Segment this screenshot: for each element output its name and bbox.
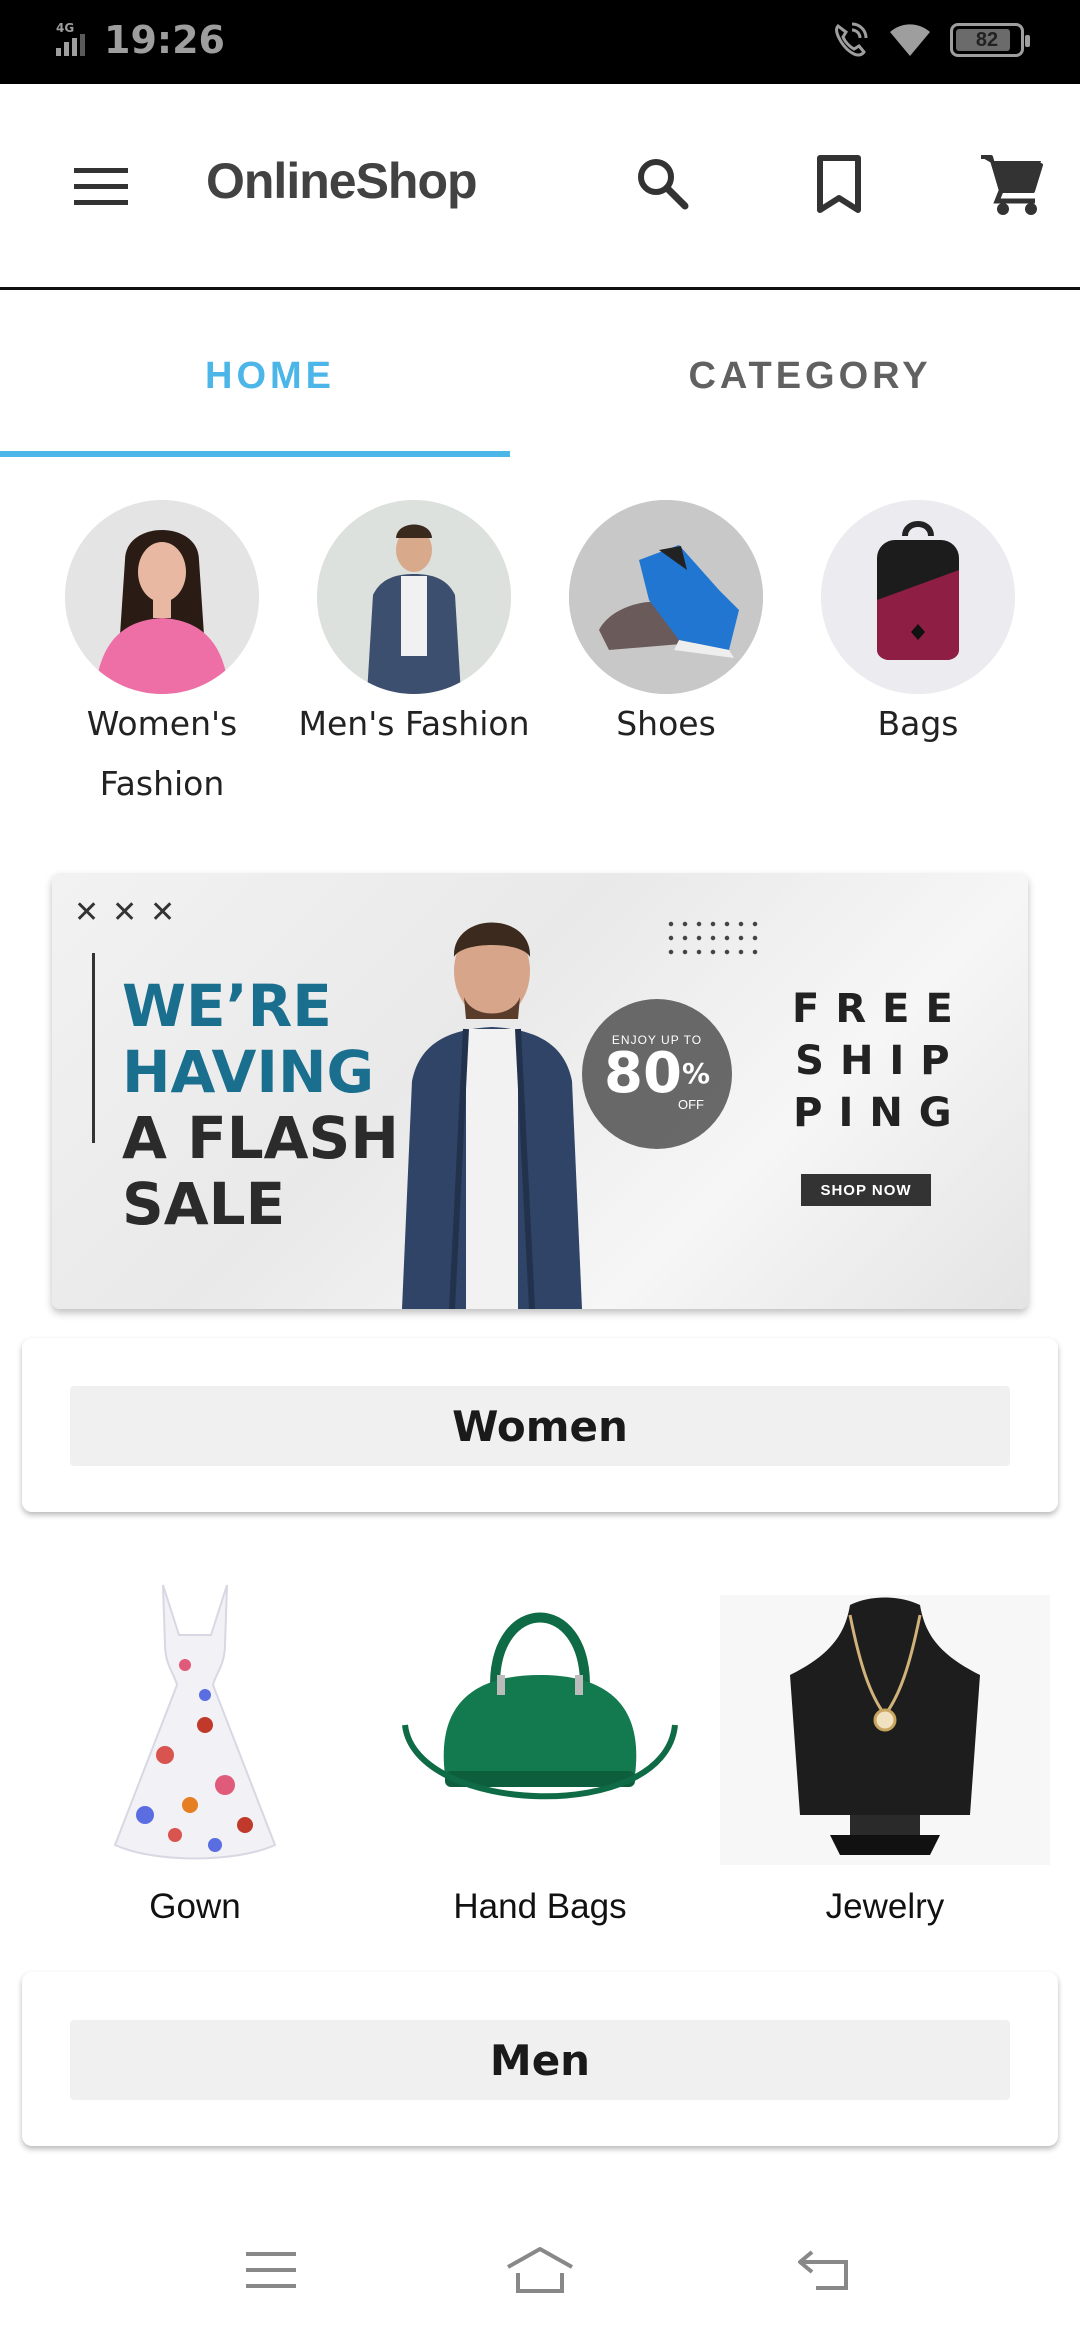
banner-divider bbox=[92, 953, 95, 1143]
back-button[interactable] bbox=[784, 2240, 864, 2300]
headline-line: HAVING bbox=[122, 1038, 375, 1106]
status-bar: 4G 19:26 82 bbox=[0, 0, 1080, 84]
cart-button[interactable] bbox=[972, 144, 1052, 224]
category-womens-fashion[interactable]: Women's Fashion bbox=[37, 500, 287, 814]
category-row: Women's Fashion Men's Fashion Shoes Bags bbox=[0, 500, 1080, 820]
discount-number: 80 bbox=[604, 1041, 682, 1106]
product-hand-bags[interactable]: Hand Bags bbox=[375, 1575, 705, 1927]
discount-badge: ENJOY UP TO 80% OFF bbox=[582, 999, 732, 1149]
close-x-icon: ✕ bbox=[150, 896, 176, 929]
home-icon bbox=[507, 2247, 573, 2293]
man-portrait-icon bbox=[317, 500, 511, 694]
tab-bar: HOME CATEGORY bbox=[0, 293, 1080, 459]
banner-headline: WE’RE HAVING A FLASH SALE bbox=[122, 973, 399, 1237]
tab-category[interactable]: CATEGORY bbox=[540, 293, 1080, 459]
women-section-button[interactable]: Women bbox=[70, 1386, 1010, 1466]
free-shipping-text: FREE SHIP PING bbox=[792, 983, 969, 1139]
discount-value: 80% bbox=[582, 1046, 732, 1102]
app-title: OnlineShop bbox=[206, 153, 478, 209]
wifi-call-icon bbox=[835, 22, 868, 57]
headline-line: WE’RE bbox=[122, 972, 332, 1040]
home-button[interactable] bbox=[500, 2240, 580, 2300]
cart-icon bbox=[981, 155, 1043, 215]
category-mens-fashion[interactable]: Men's Fashion bbox=[289, 500, 539, 754]
sneaker-icon bbox=[569, 500, 763, 694]
network-type: 4G bbox=[56, 21, 74, 35]
women-section-card: Women bbox=[22, 1338, 1058, 1512]
battery-level: 82 bbox=[975, 28, 999, 51]
search-button[interactable] bbox=[623, 144, 703, 224]
discount-percent: % bbox=[681, 1057, 710, 1090]
dots-decoration bbox=[664, 917, 764, 957]
close-x-icon: ✕ bbox=[74, 896, 100, 929]
men-section-card: Men bbox=[22, 1972, 1058, 2146]
product-label: Hand Bags bbox=[453, 1887, 627, 1926]
recents-button[interactable] bbox=[231, 2240, 311, 2300]
category-label: Women's Fashion bbox=[86, 704, 238, 803]
status-left: 4G 19:26 bbox=[56, 18, 225, 62]
shop-now-button[interactable]: SHOP NOW bbox=[801, 1174, 931, 1206]
recents-icon bbox=[246, 2252, 296, 2288]
menu-icon bbox=[74, 168, 128, 205]
tab-home[interactable]: HOME bbox=[0, 293, 540, 459]
status-right: 82 bbox=[830, 20, 1030, 60]
signal-icon: 4G bbox=[56, 21, 85, 56]
men-section-button[interactable]: Men bbox=[70, 2020, 1010, 2100]
free-line: FREE bbox=[792, 986, 969, 1032]
status-time: 19:26 bbox=[104, 18, 225, 62]
wifi-icon bbox=[890, 24, 930, 56]
bookmark-button[interactable] bbox=[799, 144, 879, 224]
discount-off: OFF bbox=[678, 1097, 704, 1112]
category-label: Men's Fashion bbox=[298, 704, 530, 743]
dress-icon bbox=[30, 1575, 360, 1875]
woman-portrait-icon bbox=[65, 500, 259, 694]
close-x-icon: ✕ bbox=[112, 896, 138, 929]
bookmark-icon bbox=[817, 155, 861, 213]
flash-sale-banner[interactable]: ✕ ✕ ✕ WE’RE HAVING A FLASH SALE ENJOY UP… bbox=[52, 873, 1028, 1309]
product-gown[interactable]: Gown bbox=[30, 1575, 360, 1927]
battery-icon: 82 bbox=[950, 23, 1030, 57]
product-label: Jewelry bbox=[825, 1887, 945, 1926]
app-bar: OnlineShop bbox=[0, 84, 1080, 290]
category-bags[interactable]: Bags bbox=[793, 500, 1043, 754]
headline-line: SALE bbox=[122, 1170, 286, 1238]
handbag-icon bbox=[375, 1575, 705, 1875]
necklace-icon bbox=[720, 1575, 1050, 1875]
category-label: Bags bbox=[877, 704, 959, 743]
system-nav-bar bbox=[0, 2200, 1080, 2340]
free-line: PING bbox=[793, 1090, 968, 1136]
backpack-icon bbox=[821, 500, 1015, 694]
category-label: Shoes bbox=[616, 704, 716, 743]
search-icon bbox=[638, 159, 689, 210]
category-shoes[interactable]: Shoes bbox=[541, 500, 791, 754]
tab-indicator bbox=[0, 451, 510, 457]
free-line: SHIP bbox=[795, 1038, 966, 1084]
menu-button[interactable] bbox=[72, 160, 130, 212]
headline-line: A FLASH bbox=[122, 1104, 399, 1172]
back-icon bbox=[798, 2250, 848, 2290]
banner-model-image bbox=[402, 922, 582, 1309]
product-jewelry[interactable]: Jewelry bbox=[720, 1575, 1050, 1927]
product-label: Gown bbox=[149, 1887, 241, 1926]
